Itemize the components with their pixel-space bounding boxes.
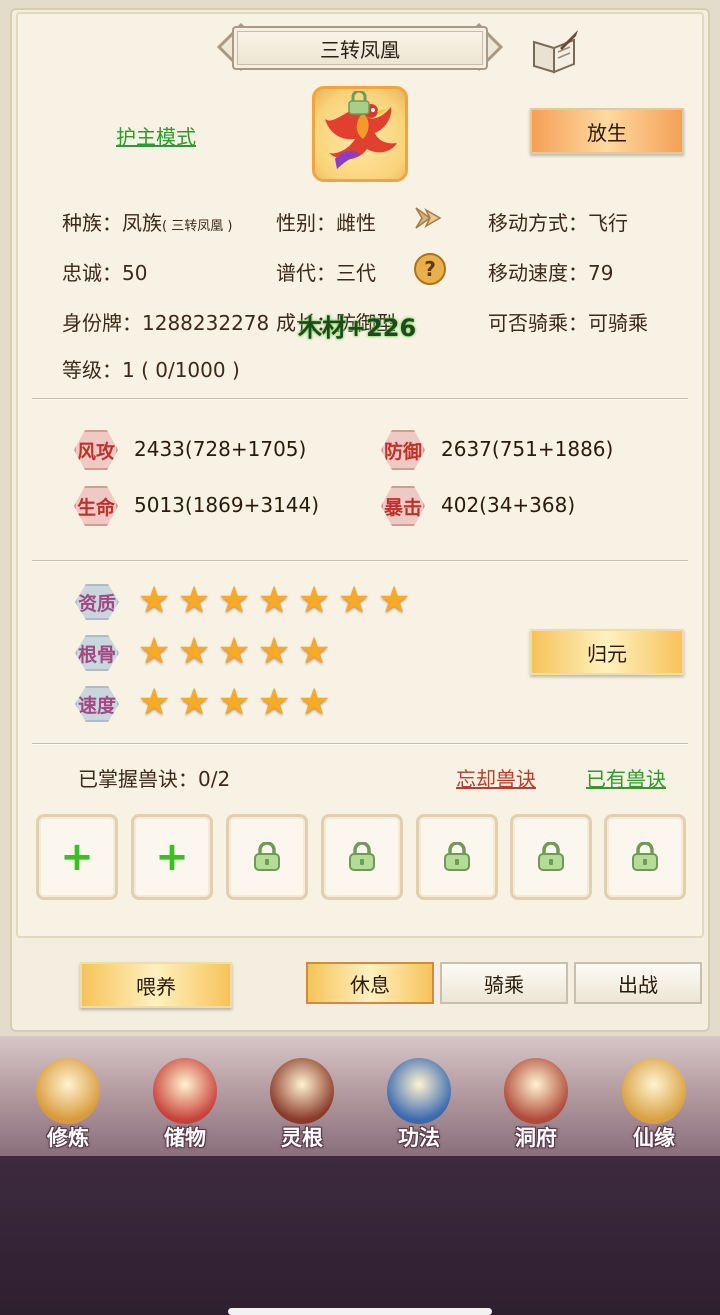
locked-skill-slot[interactable] (604, 814, 686, 900)
feed-button[interactable]: 喂养 (80, 962, 232, 1008)
star-icon: ★ (258, 682, 291, 723)
bone-stars: ★ ★ ★ ★ ★ (138, 634, 334, 670)
crit-value: 402(34+368) (441, 493, 576, 517)
locked-skill-slot[interactable] (510, 814, 592, 900)
race-info: 种族：凤族( 三转凤凰 ) (62, 207, 232, 236)
star-icon: ★ (138, 682, 171, 723)
mastered-skills-count: 已掌握兽诀：0/2 (78, 767, 231, 791)
star-icon: ★ (218, 580, 251, 621)
aptitude-stars: ★ ★ ★ ★ ★ ★ ★ (138, 583, 414, 619)
gender-switch-arrow-icon[interactable] (410, 200, 446, 236)
defense-value: 2637(751+1886) (441, 437, 614, 461)
movement-type-info: 移动方式：飞行 (488, 211, 628, 235)
nav-item-5[interactable]: 洞府 (486, 1058, 586, 1154)
plus-icon: + (155, 834, 189, 880)
divider (32, 398, 688, 400)
nav-label: 仙缘 (633, 1126, 675, 1150)
star-icon: ★ (218, 631, 251, 672)
star-icon: ★ (218, 682, 251, 723)
loyalty-info: 忠诚：50 (62, 261, 148, 285)
tab-rest[interactable]: 休息 (306, 962, 434, 1004)
nav-item-1[interactable]: 修炼 (18, 1058, 118, 1154)
divider (32, 560, 688, 562)
race-label: 种族：凤族 (62, 211, 162, 235)
owned-skills-link[interactable]: 已有兽诀 (586, 763, 666, 792)
movement-speed-info: 移动速度：79 (488, 261, 614, 285)
star-icon: ★ (258, 580, 291, 621)
svg-text:?: ? (424, 257, 436, 281)
lock-icon (254, 842, 280, 871)
pet-name-title: 三转凤凰 (232, 26, 488, 70)
divider (32, 743, 688, 745)
star-icon: ★ (338, 580, 371, 621)
nav-label: 储物 (164, 1126, 206, 1150)
return-origin-button[interactable]: 归元 (530, 629, 684, 675)
nav-label: 修炼 (47, 1126, 89, 1150)
id-tag-info: 身份牌：1288232278 (62, 311, 270, 335)
add-skill-slot[interactable]: + (36, 814, 118, 900)
wood-gain-popup: 木材+226 (298, 314, 417, 342)
nav-label: 功法 (398, 1126, 440, 1150)
locked-skill-slot[interactable] (321, 814, 403, 900)
technique-book-icon (387, 1058, 451, 1124)
release-button[interactable]: 放生 (530, 108, 684, 154)
nav-item-3[interactable]: 灵根 (252, 1058, 352, 1154)
nav-label: 灵根 (281, 1126, 323, 1150)
nav-item-4[interactable]: 功法 (369, 1058, 469, 1154)
star-icon: ★ (258, 631, 291, 672)
star-icon: ★ (298, 631, 331, 672)
lock-icon (538, 842, 564, 871)
nav-item-2[interactable]: 储物 (135, 1058, 235, 1154)
book-quill-icon[interactable] (530, 28, 580, 74)
star-icon: ★ (178, 580, 211, 621)
plus-icon: + (60, 834, 94, 880)
storage-bag-icon (153, 1058, 217, 1124)
home-indicator[interactable] (228, 1308, 492, 1315)
lock-icon (632, 842, 658, 871)
guard-mode-link[interactable]: 护主模式 (116, 121, 196, 150)
cultivation-monk-icon (36, 1058, 100, 1124)
speed-stars: ★ ★ ★ ★ ★ (138, 685, 334, 721)
race-sub: ( 三转凤凰 ) (162, 219, 233, 234)
star-icon: ★ (178, 631, 211, 672)
tab-ride[interactable]: 骑乘 (440, 962, 568, 1004)
level-info: 等级：1 ( 0/1000 ) (62, 358, 240, 382)
locked-skill-slot[interactable] (226, 814, 308, 900)
lock-icon (444, 842, 470, 871)
immortal-fate-gourd-icon (622, 1058, 686, 1124)
generation-info: 谱代：三代 (276, 261, 376, 285)
star-icon: ★ (178, 682, 211, 723)
hp-value: 5013(1869+3144) (134, 493, 320, 517)
star-icon: ★ (298, 580, 331, 621)
lock-badge-icon (348, 91, 370, 115)
star-icon: ★ (378, 580, 411, 621)
nav-item-6[interactable]: 仙缘 (604, 1058, 704, 1154)
spirit-root-icon (270, 1058, 334, 1124)
star-icon: ★ (138, 631, 171, 672)
help-question-icon[interactable]: ? (413, 252, 447, 286)
lock-icon (349, 842, 375, 871)
cave-mansion-icon (504, 1058, 568, 1124)
phoenix-portrait (312, 86, 408, 182)
tab-battle[interactable]: 出战 (574, 962, 702, 1004)
star-icon: ★ (298, 682, 331, 723)
star-icon: ★ (138, 580, 171, 621)
add-skill-slot[interactable]: + (131, 814, 213, 900)
wind-attack-value: 2433(728+1705) (134, 437, 307, 461)
nav-label: 洞府 (515, 1126, 557, 1150)
rideable-info: 可否骑乘：可骑乘 (488, 311, 648, 335)
bottom-background (0, 1156, 720, 1315)
gender-info: 性别：雌性 (276, 211, 376, 235)
locked-skill-slot[interactable] (416, 814, 498, 900)
forget-skill-link[interactable]: 忘却兽诀 (456, 763, 536, 792)
